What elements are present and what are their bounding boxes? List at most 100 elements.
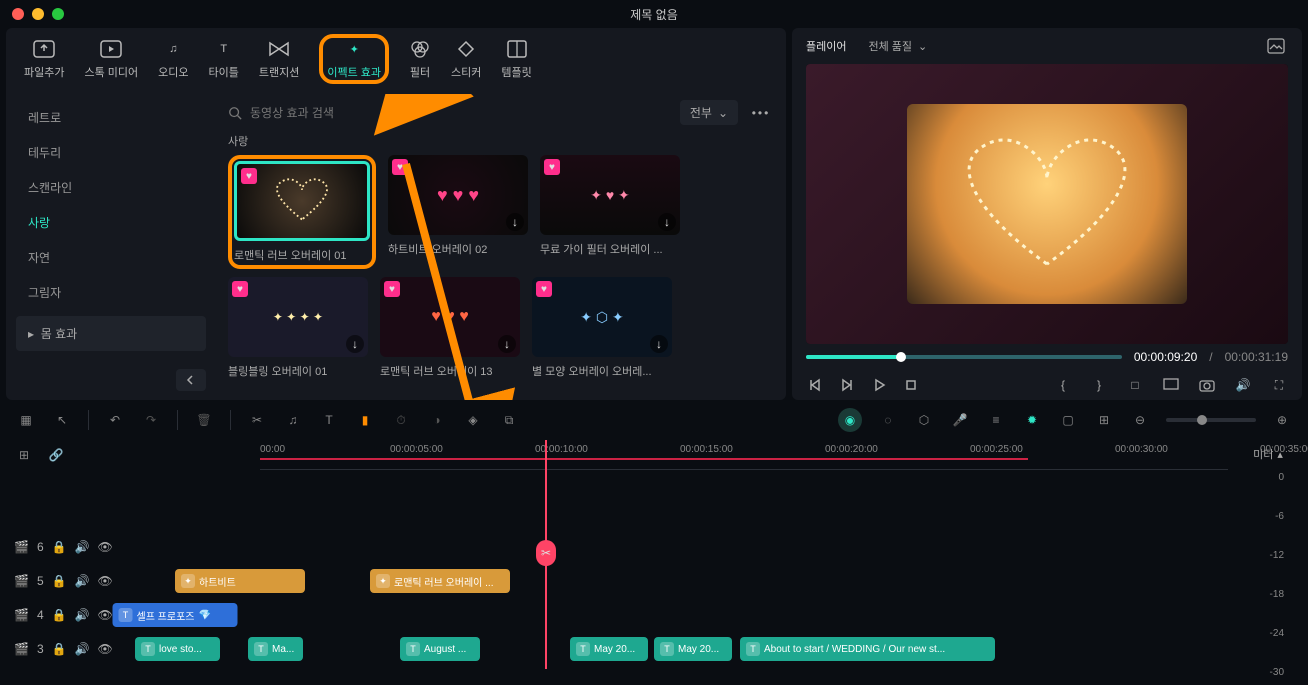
camera-button[interactable] [1198, 376, 1216, 394]
playback-slider[interactable] [806, 355, 1122, 359]
search-input[interactable]: 동영상 효과 검색 [228, 104, 670, 121]
track-header-5[interactable]: 🎬5 🔒 🔊 👁 [0, 574, 130, 588]
download-icon[interactable]: ↓ [658, 213, 676, 231]
ai-button[interactable]: ◉ [838, 408, 862, 432]
preview-viewport[interactable] [806, 64, 1288, 344]
clip-ma[interactable]: T Ma... [248, 637, 303, 661]
play-button[interactable] [870, 376, 888, 394]
prev-frame-button[interactable] [806, 376, 824, 394]
effect-thumb[interactable]: ♥ 로맨틱 러브 오버레이 01 [234, 161, 370, 263]
speaker-icon[interactable]: 🔊 [75, 608, 90, 622]
snapshot-button[interactable] [1264, 34, 1288, 58]
lock-icon[interactable]: 🔒 [52, 540, 67, 554]
split-button[interactable]: ✂ [247, 410, 267, 430]
tab-effects[interactable]: ✦ 이펙트 효과 [327, 38, 381, 80]
sidebar-item-scanline[interactable]: 스캔라인 [16, 170, 206, 205]
zoom-in-button[interactable]: ⊕ [1272, 410, 1292, 430]
sidebar-item-love[interactable]: 사랑 [16, 205, 206, 240]
tab-filters[interactable]: 필터 [409, 38, 431, 80]
clip-love-sto[interactable]: T love sto... [135, 637, 220, 661]
mark-in-button[interactable]: { [1054, 376, 1072, 394]
tab-transitions[interactable]: 트랜지션 [259, 38, 299, 80]
magnet-button[interactable]: ✹ [1022, 410, 1042, 430]
shield-button[interactable]: ⬡ [914, 410, 934, 430]
volume-button[interactable]: 🔊 [1234, 376, 1252, 394]
maximize-window[interactable] [52, 8, 64, 20]
undo-button[interactable]: ↶ [105, 410, 125, 430]
fullscreen-button[interactable]: ⛶ [1270, 376, 1288, 394]
clip-may2[interactable]: T May 20... [654, 637, 732, 661]
render-button[interactable]: ▢ [1058, 410, 1078, 430]
sidebar-item-shadow[interactable]: 그림자 [16, 275, 206, 310]
download-icon[interactable]: ↓ [498, 335, 516, 353]
tab-import[interactable]: 파일추가 [24, 38, 64, 80]
lock-icon[interactable]: 🔒 [52, 642, 67, 656]
clip-about[interactable]: T About to start / WEDDING / Our new st.… [740, 637, 995, 661]
clip-romantic[interactable]: ✦ 로맨틱 러브 오버레이 ... [370, 569, 510, 593]
audio-button[interactable]: ♫ [283, 410, 303, 430]
eye-icon[interactable]: 👁 [98, 574, 113, 588]
more-menu[interactable]: ••• [748, 106, 774, 120]
sidebar-item-border[interactable]: 테두리 [16, 135, 206, 170]
sidebar-group-body-effects[interactable]: ▸ 몸 효과 [16, 316, 206, 351]
clip-heartbeat[interactable]: ✦ 하트비트 [175, 569, 305, 593]
lock-icon[interactable]: 🔒 [52, 608, 67, 622]
marker-button[interactable]: ▮ [355, 410, 375, 430]
download-icon[interactable]: ↓ [650, 335, 668, 353]
redo-button[interactable]: ↷ [141, 410, 161, 430]
sidebar-item-nature[interactable]: 자연 [16, 240, 206, 275]
eye-icon[interactable]: 👁 [98, 540, 113, 554]
link-button[interactable]: 🔗 [46, 445, 66, 465]
tab-templates[interactable]: 템플릿 [501, 38, 531, 80]
tab-stock[interactable]: 스톡 미디어 [84, 38, 138, 80]
track-header-6[interactable]: 🎬6 🔒 🔊 👁 [0, 540, 130, 554]
clip-may1[interactable]: T May 20... [570, 637, 648, 661]
tab-stickers[interactable]: 스티커 [451, 38, 481, 80]
track-header-4[interactable]: 🎬4 🔒 🔊 👁 [0, 608, 130, 622]
mic-button[interactable]: 🎤 [950, 410, 970, 430]
stop-button[interactable] [902, 376, 920, 394]
speaker-icon[interactable]: 🔊 [75, 642, 90, 656]
clip-selfpropose[interactable]: T 셀프 프로포즈 💎 [113, 603, 238, 627]
eye-icon[interactable]: 👁 [98, 642, 113, 656]
lock-icon[interactable]: 🔒 [52, 574, 67, 588]
filter-dropdown[interactable]: 전부 ⌄ [680, 100, 738, 125]
mark-out-button[interactable]: } [1090, 376, 1108, 394]
export-button[interactable]: ⊞ [1094, 410, 1114, 430]
effect-thumb[interactable]: ♥ ✦ ♥ ✦ ↓ 무료 가이 필터 오버레이 ... [540, 155, 680, 269]
sidebar-item-retro[interactable]: 레트로 [16, 100, 206, 135]
zoom-slider[interactable] [1166, 418, 1256, 422]
speed-button[interactable]: ⏱ [391, 410, 411, 430]
download-icon[interactable]: ↓ [506, 213, 524, 231]
text-button[interactable]: T [319, 410, 339, 430]
eye-icon[interactable]: 👁 [98, 608, 113, 622]
download-icon[interactable]: ↓ [346, 335, 364, 353]
track-header-3[interactable]: 🎬3 🔒 🔊 👁 [0, 642, 130, 656]
speaker-icon[interactable]: 🔊 [75, 574, 90, 588]
track-add-button[interactable]: ⊞ [14, 445, 34, 465]
effect-thumb[interactable]: ♥ ✦ ⬡ ✦ ↓ 별 모양 오버레이 오버레... [532, 277, 672, 379]
select-tool[interactable]: ↖ [52, 410, 72, 430]
crop-button[interactable]: □ [1126, 376, 1144, 394]
list-button[interactable]: ≡ [986, 410, 1006, 430]
keyframe-button[interactable]: ◈ [463, 410, 483, 430]
tab-titles[interactable]: T 타이틀 [209, 38, 239, 80]
group-button[interactable]: ⧉ [499, 410, 519, 430]
quality-dropdown[interactable]: 전체 품질 ⌄ [858, 34, 937, 58]
delete-button[interactable]: 🗑 [194, 410, 214, 430]
timeline-ruler[interactable]: 00:00 00:00:05:00 00:00:10:00 00:00:15:0… [260, 440, 1228, 470]
tab-audio[interactable]: ♫ 오디오 [158, 38, 188, 80]
zoom-out-button[interactable]: ⊖ [1130, 410, 1150, 430]
effect-thumb[interactable]: ♥ ♥ ♥ ♥ ↓ 하트비트 오버레이 02 [388, 155, 528, 269]
next-frame-button[interactable] [838, 376, 856, 394]
color-button[interactable]: ◑ [427, 410, 447, 430]
effect-thumb[interactable]: ♥ ✦ ✦ ✦ ✦ ↓ 블링블링 오버레이 01 [228, 277, 368, 379]
sidebar-collapse[interactable] [176, 369, 206, 391]
effect-thumb[interactable]: ♥ ♥ ♥ ♥ ↓ 로맨틱 러브 오버레이 13 [380, 277, 520, 379]
minimize-window[interactable] [32, 8, 44, 20]
close-window[interactable] [12, 8, 24, 20]
clip-august[interactable]: T August ... [400, 637, 480, 661]
speaker-icon[interactable]: 🔊 [75, 540, 90, 554]
display-button[interactable] [1162, 376, 1180, 394]
layout-button[interactable]: ▦ [16, 410, 36, 430]
